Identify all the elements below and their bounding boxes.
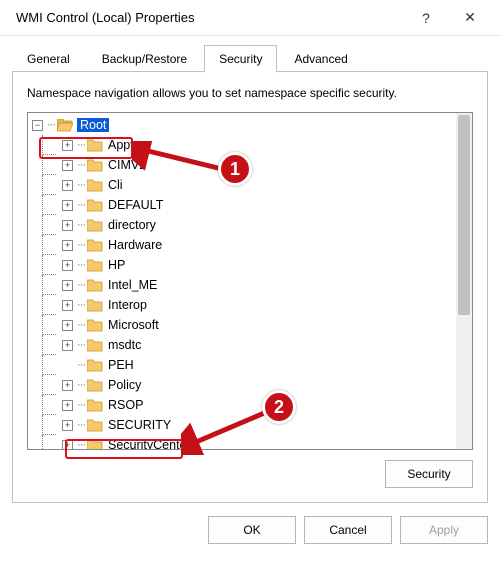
tree-node[interactable]: + ··· DEFAULT (32, 195, 456, 215)
folder-icon (87, 239, 103, 252)
tab-backup-restore[interactable]: Backup/Restore (87, 45, 202, 73)
expand-icon[interactable]: + (62, 300, 73, 311)
tree-node-label: SecurityCenter (107, 438, 192, 449)
tree-node-root[interactable]: − ··· Root (32, 115, 456, 135)
folder-icon (87, 139, 103, 152)
tree-node-label: Cli (107, 178, 124, 192)
tree-node-label: Microsoft (107, 318, 160, 332)
folder-icon (87, 179, 103, 192)
scrollbar-thumb[interactable] (458, 115, 470, 315)
expand-icon[interactable]: + (62, 280, 73, 291)
folder-icon (87, 319, 103, 332)
expand-icon[interactable]: + (62, 220, 73, 231)
tab-strip: General Backup/Restore Security Advanced (0, 36, 500, 72)
tab-security[interactable]: Security (204, 45, 277, 73)
title-bar: WMI Control (Local) Properties ? ✕ (0, 0, 500, 36)
tree-node-label: CIMV2 (107, 158, 147, 172)
expand-icon[interactable]: + (62, 140, 73, 151)
tree-node[interactable]: + ··· Microsoft (32, 315, 456, 335)
folder-icon (87, 219, 103, 232)
ok-button[interactable]: OK (208, 516, 296, 544)
tree-node[interactable]: + ··· msdtc (32, 335, 456, 355)
security-button[interactable]: Security (385, 460, 473, 488)
folder-icon (87, 419, 103, 432)
tree-node[interactable]: + ··· Intel_ME (32, 275, 456, 295)
tree-node-label: DEFAULT (107, 198, 164, 212)
expand-icon[interactable]: + (62, 160, 73, 171)
tree-node[interactable]: + ··· directory (32, 215, 456, 235)
tree-node[interactable]: + ··· RSOP (32, 395, 456, 415)
folder-icon (87, 159, 103, 172)
close-button[interactable]: ✕ (448, 0, 492, 36)
dialog-button-row: OK Cancel Apply (0, 516, 500, 558)
folder-icon (87, 439, 103, 450)
apply-button[interactable]: Apply (400, 516, 488, 544)
expand-icon[interactable]: + (62, 380, 73, 391)
folder-icon (87, 279, 103, 292)
folder-icon (87, 399, 103, 412)
folder-icon (87, 199, 103, 212)
tree-node-label: Intel_ME (107, 278, 158, 292)
tree-node[interactable]: + ··· SecurityCenter (32, 435, 456, 449)
expand-icon[interactable]: + (62, 240, 73, 251)
folder-icon (87, 259, 103, 272)
namespace-tree[interactable]: − ··· Root + ··· Appv + ··· CIMV2 + ··· … (28, 113, 456, 449)
folder-icon (87, 379, 103, 392)
expand-icon[interactable]: + (62, 420, 73, 431)
tree-node-label: PEH (107, 358, 135, 372)
tree-node[interactable]: ··· PEH (32, 355, 456, 375)
tree-node-label: Interop (107, 298, 148, 312)
tree-node[interactable]: + ··· Cli (32, 175, 456, 195)
cancel-button[interactable]: Cancel (304, 516, 392, 544)
expand-icon[interactable]: + (62, 340, 73, 351)
vertical-scrollbar[interactable] (456, 113, 472, 449)
expand-icon[interactable]: + (62, 320, 73, 331)
tree-node-label: msdtc (107, 338, 142, 352)
expand-icon[interactable]: + (62, 440, 73, 450)
tree-node-label: Policy (107, 378, 142, 392)
help-button[interactable]: ? (404, 0, 448, 36)
tree-node[interactable]: + ··· Policy (32, 375, 456, 395)
folder-icon (87, 359, 103, 372)
tree-node[interactable]: + ··· HP (32, 255, 456, 275)
folder-open-icon (57, 119, 73, 132)
tab-advanced[interactable]: Advanced (279, 45, 362, 73)
expand-icon[interactable]: − (32, 120, 43, 131)
folder-icon (87, 299, 103, 312)
tree-node-label: RSOP (107, 398, 144, 412)
security-panel: Namespace navigation allows you to set n… (12, 71, 488, 503)
expand-icon[interactable]: + (62, 180, 73, 191)
tree-node-label: SECURITY (107, 418, 172, 432)
namespace-tree-container: − ··· Root + ··· Appv + ··· CIMV2 + ··· … (27, 112, 473, 450)
tree-node[interactable]: + ··· Interop (32, 295, 456, 315)
window-title: WMI Control (Local) Properties (16, 10, 404, 25)
tree-node[interactable]: + ··· Appv (32, 135, 456, 155)
tree-node-label: directory (107, 218, 157, 232)
tree-node-label: Appv (107, 138, 138, 152)
tree-node[interactable]: + ··· CIMV2 (32, 155, 456, 175)
tree-node-label: HP (107, 258, 126, 272)
tree-node-label: Root (77, 118, 109, 132)
expand-icon[interactable]: + (62, 200, 73, 211)
expand-icon[interactable]: + (62, 260, 73, 271)
expand-icon[interactable]: + (62, 400, 73, 411)
tab-general[interactable]: General (12, 45, 85, 73)
tree-node[interactable]: + ··· SECURITY (32, 415, 456, 435)
tree-node[interactable]: + ··· Hardware (32, 235, 456, 255)
folder-icon (87, 339, 103, 352)
tree-node-label: Hardware (107, 238, 163, 252)
panel-description: Namespace navigation allows you to set n… (27, 86, 473, 100)
